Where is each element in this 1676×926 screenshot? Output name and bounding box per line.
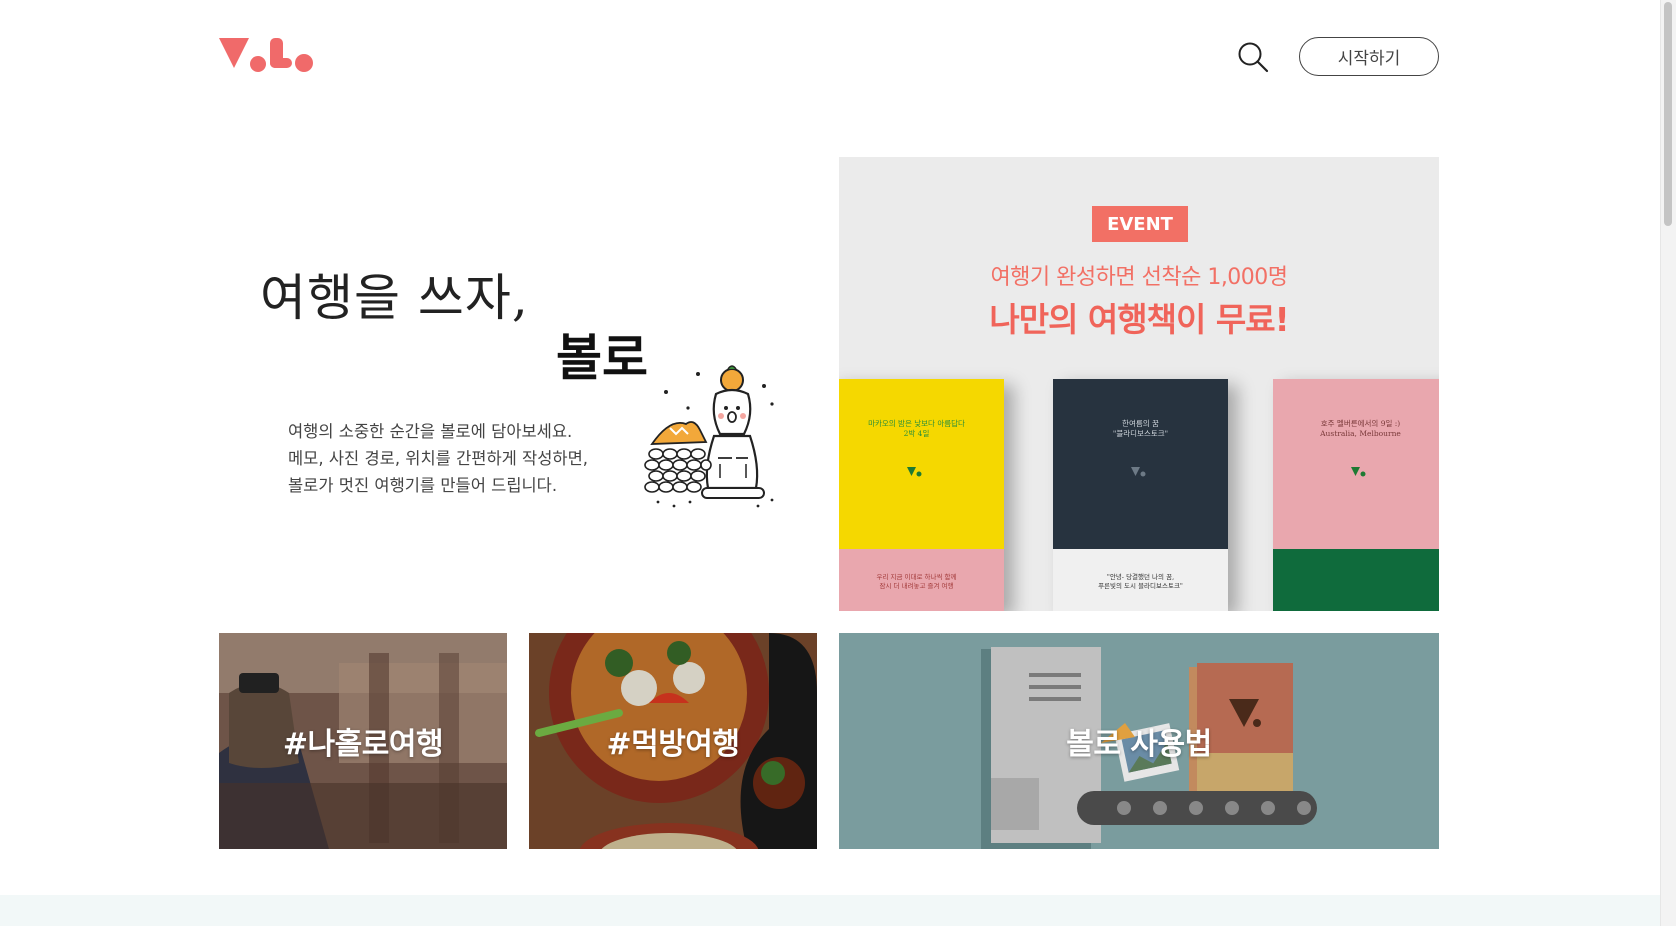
- volo-logo[interactable]: [219, 36, 315, 72]
- book-title-line: 마카오의 밤은 낮보다 아름답다: [868, 419, 965, 428]
- event-badge: EVENT: [1092, 206, 1188, 242]
- tile-label: #나홀로여행: [282, 727, 444, 762]
- book-title-line: 2박 4일: [903, 429, 930, 438]
- book-footer-line: "안녕- 당결했던 나의 꿈,: [1106, 573, 1175, 581]
- book-cover-vladivostok: 한여름의 꿈 "블라디보스토크" "안녕- 당결했던 나의 꿈, 푸른빛의 도시…: [1053, 379, 1228, 611]
- hero-description: 여행의 소중한 순간을 볼로에 담아보세요. 메모, 사진 경로, 위치를 간편…: [288, 418, 588, 499]
- book-logo-icon: [907, 467, 922, 477]
- dolhareubang-illustration: [638, 364, 780, 510]
- book-title-line: 한여름의 꿈: [1122, 419, 1159, 428]
- hero-headline-line1: 여행을 쓰자,: [260, 269, 529, 327]
- event-banner[interactable]: EVENT 여행기 완성하면 선착순 1,000명 나만의 여행책이 무료! 마…: [839, 157, 1439, 611]
- tile-food-travel[interactable]: #먹방여행: [529, 633, 817, 849]
- book-footer-line: 잠시 더 내려놓고 즐겨 여행: [879, 582, 954, 590]
- book-title-line: "블라디보스토크": [1112, 429, 1169, 438]
- book-logo-icon: [1131, 467, 1146, 477]
- book-footer-line: 푸른빛의 도시 블라디보스토크": [1098, 582, 1183, 590]
- start-button[interactable]: 시작하기: [1299, 37, 1439, 76]
- book-footer-line: 우리 지금 이대로 하나씩 함께: [876, 573, 957, 581]
- book-cover-melbourne: 호주 멜버른에서의 9일 :) Australia, Melbourne: [1273, 379, 1439, 611]
- hero-headline-line2: 볼로: [556, 328, 648, 387]
- logo-mark-icon: [219, 38, 313, 72]
- tile-label: 볼로 사용법: [1066, 727, 1212, 762]
- tile-solo-travel[interactable]: #나홀로여행: [219, 633, 507, 849]
- hero-description-line: 메모, 사진 경로, 위치를 간편하게 작성하면,: [288, 449, 589, 468]
- hero-description-line: 여행의 소중한 순간을 볼로에 담아보세요.: [288, 422, 573, 441]
- search-button[interactable]: [1236, 40, 1270, 74]
- event-title: 나만의 여행책이 무료!: [989, 300, 1289, 339]
- footer-strip: [0, 895, 1660, 926]
- tile-label: #먹방여행: [606, 727, 740, 762]
- book-title-line: 호주 멜버른에서의 9일 :): [1320, 419, 1401, 428]
- event-subtitle: 여행기 완성하면 선착순 1,000명: [990, 265, 1288, 290]
- book-cover-macau: 마카오의 밤은 낮보다 아름답다 2박 4일 우리 지금 이대로 하나씩 함께 …: [839, 379, 1004, 611]
- hero-description-line: 볼로가 멋진 여행기를 만들어 드립니다.: [288, 476, 558, 495]
- search-icon: [1238, 42, 1269, 73]
- tile-how-to-use[interactable]: 볼로 사용법: [839, 633, 1439, 849]
- scrollbar-thumb[interactable]: [1664, 2, 1672, 226]
- book-logo-icon: [1351, 467, 1366, 477]
- book-title-line: Australia, Melbourne: [1320, 429, 1401, 438]
